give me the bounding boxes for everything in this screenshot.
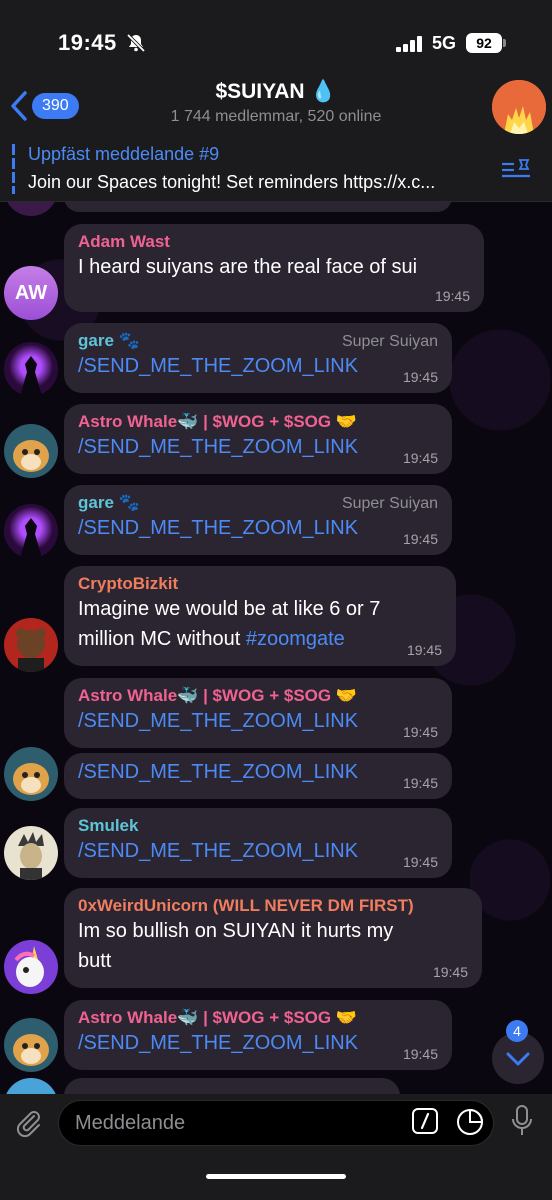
avatar-partial — [4, 202, 58, 216]
member-title-badge: Super Suiyan — [341, 333, 438, 350]
chat-title[interactable]: $SUIYAN 💧 — [0, 80, 552, 104]
message-bubble[interactable]: Astro Whale🐳 | $WOG + $SOG 🤝 /SEND_ME_TH… — [64, 1000, 452, 1070]
message-text: Imagine we would be at like 6 or 7 — [78, 598, 381, 620]
message-bubble[interactable]: /SEND_ME_THE_ZOOM_LINK 19:45 — [64, 753, 452, 799]
command-link[interactable]: /SEND_ME_THE_ZOOM_LINK — [78, 706, 438, 736]
message-time: 19:45 — [402, 854, 438, 870]
message-text: butt — [78, 950, 112, 972]
command-link[interactable]: /SEND_ME_THE_ZOOM_LINK — [78, 836, 438, 866]
message-time: 19:45 — [402, 531, 438, 547]
avatar[interactable] — [4, 424, 58, 478]
pinned-list-icon[interactable] — [500, 158, 532, 180]
command-link[interactable]: /SEND_ME_THE_ZOOM_LINK — [78, 757, 438, 787]
unread-mentions-badge: 4 — [506, 1020, 528, 1042]
message-time: 19:45 — [402, 724, 438, 740]
avatar[interactable] — [4, 342, 58, 396]
message-time: 19:45 — [402, 775, 438, 791]
bell-off-icon — [126, 33, 146, 53]
message-text: I heard suiyans are the real face of sui — [78, 256, 418, 278]
message-text: Im so bullish on SUIYAN it hurts my — [78, 920, 394, 942]
sender-name: Smulek — [78, 816, 139, 835]
bot-commands-icon[interactable] — [412, 1108, 438, 1134]
message-bubble[interactable]: Astro Whale🐳 | $WOG + $SOG 🤝 /SEND_ME_TH… — [64, 404, 452, 474]
avatar-partial — [4, 1078, 58, 1094]
battery-indicator: 92 — [466, 33, 502, 53]
member-title-badge: Super Suiyan — [341, 495, 438, 512]
message-time: 19:45 — [406, 642, 442, 658]
status-time: 19:45 — [58, 30, 117, 55]
pin-indicator-bar — [12, 144, 15, 194]
avatar[interactable] — [4, 940, 58, 994]
message-bubble[interactable]: Adam Wast I heard suiyans are the real f… — [64, 224, 484, 312]
message-time: 19:45 — [402, 1046, 438, 1062]
message-text: million MC without — [78, 628, 246, 650]
chat-subtitle: 1 744 medlemmar, 520 online — [170, 108, 382, 125]
message-bubble-partial — [64, 1078, 400, 1094]
sender-name: Astro Whale🐳 | $WOG + $SOG 🤝 — [78, 1008, 357, 1027]
avatar[interactable] — [4, 1018, 58, 1072]
avatar[interactable] — [4, 747, 58, 801]
avatar[interactable]: AW — [4, 266, 58, 320]
message-bubble-partial — [64, 202, 452, 212]
home-indicator — [206, 1174, 346, 1179]
sender-name: 0xWeirdUnicorn (WILL NEVER DM FIRST) — [78, 896, 414, 915]
message-time: 19:45 — [402, 450, 438, 466]
command-link[interactable]: /SEND_ME_THE_ZOOM_LINK — [78, 513, 438, 543]
sender-name: Astro Whale🐳 | $WOG + $SOG 🤝 — [78, 686, 357, 705]
message-bubble[interactable]: gare 🐾 Super Suiyan /SEND_ME_THE_ZOOM_LI… — [64, 485, 452, 555]
message-bubble[interactable]: 0xWeirdUnicorn (WILL NEVER DM FIRST) Im … — [64, 888, 482, 988]
message-bubble[interactable]: Astro Whale🐳 | $WOG + $SOG 🤝 /SEND_ME_TH… — [64, 678, 452, 748]
command-link[interactable]: /SEND_ME_THE_ZOOM_LINK — [78, 432, 438, 462]
sender-name: Adam Wast — [78, 232, 170, 251]
signal-icon — [396, 36, 422, 52]
message-bubble[interactable]: Smulek /SEND_ME_THE_ZOOM_LINK 19:45 — [64, 808, 452, 878]
microphone-icon[interactable] — [510, 1104, 534, 1138]
sender-name: Astro Whale🐳 | $WOG + $SOG 🤝 — [78, 412, 357, 431]
sticker-icon[interactable] — [456, 1108, 484, 1136]
pinned-message[interactable]: Uppfäst meddelande #9 Join our Spaces to… — [0, 136, 552, 202]
battery-tip — [503, 39, 506, 47]
status-bar: 19:45 5G 92 — [0, 0, 552, 80]
avatar-initials: AW — [14, 281, 48, 304]
message-time: 19:45 — [434, 288, 470, 304]
pinned-text: Join our Spaces tonight! Set reminders h… — [28, 172, 436, 192]
message-bubble[interactable]: CryptoBizkit Imagine we would be at like… — [64, 566, 456, 666]
message-time: 19:45 — [432, 964, 468, 980]
network-type: 5G — [432, 33, 457, 53]
message-bubble[interactable]: gare 🐾 Super Suiyan /SEND_ME_THE_ZOOM_LI… — [64, 323, 452, 393]
attach-icon[interactable] — [14, 1108, 44, 1138]
command-link[interactable]: /SEND_ME_THE_ZOOM_LINK — [78, 1028, 438, 1058]
message-time: 19:45 — [402, 369, 438, 385]
command-link[interactable]: /SEND_ME_THE_ZOOM_LINK — [78, 351, 438, 381]
hashtag-link[interactable]: #zoomgate — [246, 628, 345, 650]
group-avatar[interactable] — [492, 80, 546, 134]
pinned-title: Uppfäst meddelande #9 — [28, 144, 220, 164]
avatar[interactable] — [4, 618, 58, 672]
message-input-bar: Meddelande — [0, 1094, 552, 1200]
avatar[interactable] — [4, 826, 58, 880]
avatar[interactable] — [4, 504, 58, 558]
message-list[interactable]: Adam Wast I heard suiyans are the real f… — [0, 202, 552, 1094]
sender-name: CryptoBizkit — [78, 574, 179, 593]
chat-header: 390 $SUIYAN 💧 1 744 medlemmar, 520 onlin… — [0, 72, 552, 136]
